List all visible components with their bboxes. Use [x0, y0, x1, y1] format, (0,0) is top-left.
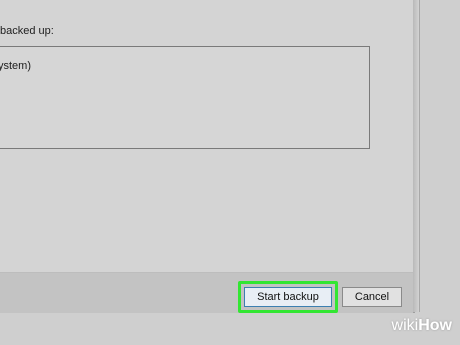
list-item: ystem): [0, 60, 31, 72]
items-to-back-up-label: backed up:: [0, 25, 54, 37]
wikihow-watermark: wikiHow: [392, 317, 452, 335]
watermark-wiki: wiki: [391, 317, 419, 334]
items-list-box[interactable]: ystem): [0, 46, 370, 149]
backup-dialog: backed up: ystem) Start backup Cancel: [0, 0, 415, 313]
cancel-button[interactable]: Cancel: [342, 287, 402, 307]
start-backup-button[interactable]: Start backup: [244, 287, 332, 307]
watermark-how: How: [418, 317, 452, 334]
dialog-footer: Start backup Cancel: [0, 272, 413, 313]
window-edge: [413, 0, 420, 312]
